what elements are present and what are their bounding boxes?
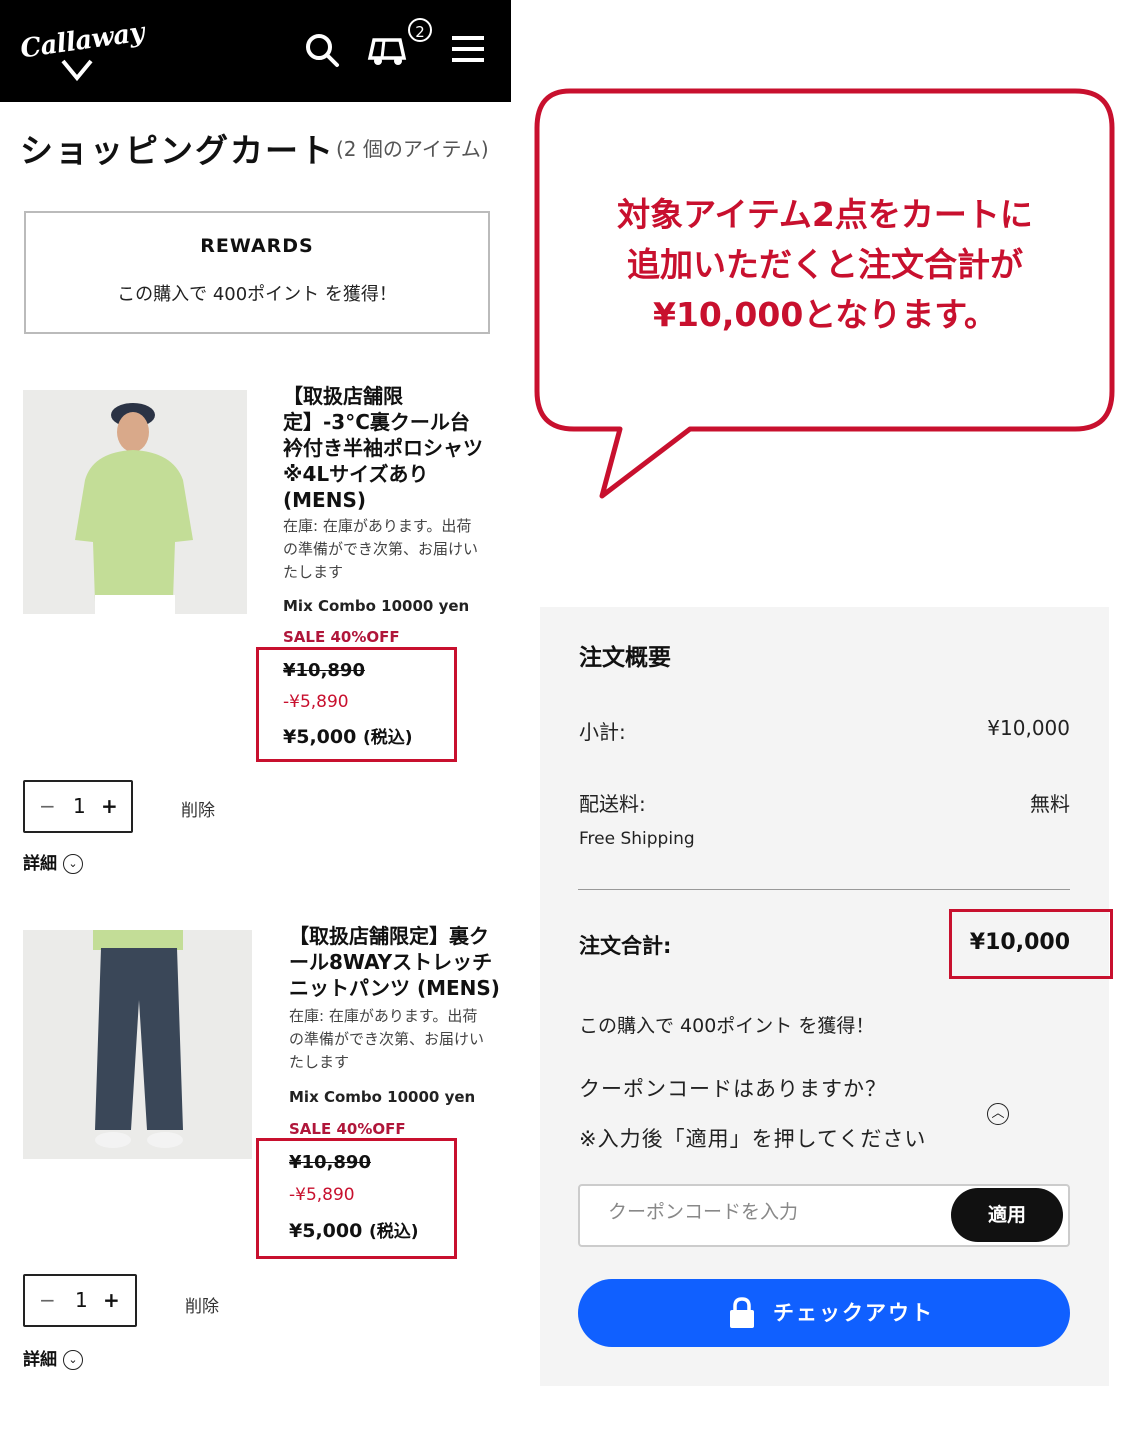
chevron-up-icon[interactable]: ︿ xyxy=(987,1103,1009,1125)
callout-line: 対象アイテム2点をカートに xyxy=(617,195,1033,234)
search-icon[interactable] xyxy=(302,30,342,70)
tax-label: (税込) xyxy=(368,1222,419,1242)
points-text: この購入で 400ポイント を獲得！ xyxy=(579,1015,875,1037)
product-name-line: (MENS) xyxy=(283,488,366,512)
quantity-stepper: − 1 + xyxy=(23,1274,137,1327)
details-label: 詳細 xyxy=(23,854,57,874)
stock-line: 在庫: 在庫があります。出荷 xyxy=(289,1007,478,1025)
total-label: 注文合計: xyxy=(579,934,672,958)
discount-amount: -¥5,890 xyxy=(283,692,349,712)
callout-line: 追加いただくと注文合計が xyxy=(627,245,1023,284)
product-image-pants[interactable] xyxy=(23,930,252,1159)
cart-count-badge: 2 xyxy=(408,18,432,42)
combo-label: Mix Combo 10000 yen xyxy=(283,597,470,615)
quantity-value[interactable]: 1 xyxy=(75,1288,88,1312)
increment-button[interactable]: + xyxy=(101,794,118,818)
product-name-line: 【取扱店舗限 xyxy=(283,384,403,408)
chevron-down-icon: ⌄ xyxy=(63,854,83,874)
details-toggle[interactable]: 詳細 ⌄ xyxy=(23,849,83,874)
stock-line: の準備ができ次第、お届けい xyxy=(289,1030,485,1048)
original-price: ¥10,890 xyxy=(283,660,365,681)
subtotal-label: 小計: xyxy=(579,720,626,744)
original-price: ¥10,890 xyxy=(289,1152,371,1173)
item-count: (2 個のアイテム) xyxy=(336,137,489,161)
delete-link[interactable]: 削除 xyxy=(181,796,215,821)
product-name-line: ニットパンツ (MENS) xyxy=(289,976,500,1000)
apply-coupon-button[interactable]: 適用 xyxy=(951,1188,1063,1242)
quantity-value[interactable]: 1 xyxy=(73,794,86,818)
callout-line: ¥10,000となります。 xyxy=(652,295,997,334)
product-name-line: 【取扱店舗限定】裏ク xyxy=(289,924,489,948)
stock-status: 在庫: 在庫があります。出荷 の準備ができ次第、お届けい たします xyxy=(283,515,478,584)
shipping-note: Free Shipping xyxy=(579,829,695,849)
stock-line: たします xyxy=(289,1053,350,1071)
divider xyxy=(578,889,1070,890)
sale-label: SALE 40%OFF xyxy=(289,1120,406,1138)
decrement-button[interactable]: − xyxy=(39,794,56,818)
chevron-logo-icon xyxy=(61,59,93,82)
final-price: ¥5,000 (税込) xyxy=(283,723,413,748)
shipping-label: 配送料: xyxy=(579,792,646,816)
final-price-value: ¥5,000 xyxy=(289,1220,363,1242)
tax-label: (税込) xyxy=(362,728,413,748)
chevron-down-icon: ⌄ xyxy=(63,1350,83,1370)
combo-label: Mix Combo 10000 yen xyxy=(289,1088,476,1106)
delete-link[interactable]: 削除 xyxy=(185,1292,219,1317)
total-value: ¥10,000 xyxy=(969,930,1070,955)
shipping-value: 無料 xyxy=(1030,792,1070,816)
callaway-logo[interactable]: Callaway xyxy=(19,14,146,84)
summary-title: 注文概要 xyxy=(579,645,671,671)
subtotal-value: ¥10,000 xyxy=(987,716,1070,740)
quantity-stepper: − 1 + xyxy=(23,780,133,833)
product-name-line: ※4Lサイズあり xyxy=(283,462,429,486)
product-name-line: ール8WAYストレッチ xyxy=(289,950,493,974)
stock-line: たします xyxy=(283,563,344,581)
final-price: ¥5,000 (税込) xyxy=(289,1217,419,1242)
details-label: 詳細 xyxy=(23,1350,57,1370)
discount-amount: -¥5,890 xyxy=(289,1185,355,1205)
golf-cart-icon[interactable] xyxy=(366,30,407,70)
product-name-line: 衿付き半袖ポロシャツ xyxy=(283,436,483,460)
details-toggle[interactable]: 詳細 ⌄ xyxy=(23,1345,83,1370)
checkout-button[interactable]: チェックアウト xyxy=(578,1279,1070,1347)
lock-icon xyxy=(730,1297,754,1328)
rewards-heading: REWARDS xyxy=(200,235,314,257)
coupon-input[interactable] xyxy=(606,1200,950,1224)
decrement-button[interactable]: − xyxy=(39,1288,56,1312)
menu-icon[interactable] xyxy=(448,30,488,70)
product-name[interactable]: 【取扱店舗限定】裏ク ール8WAYストレッチ ニットパンツ (MENS) xyxy=(289,923,500,1001)
product-image-polo[interactable] xyxy=(23,390,247,614)
increment-button[interactable]: + xyxy=(103,1288,120,1312)
callout-text: 対象アイテム2点をカートに 追加いただくと注文合計が ¥10,000となります。 xyxy=(560,190,1090,340)
product-name-line: 定】-3°C裏クール台 xyxy=(283,410,470,434)
stock-status: 在庫: 在庫があります。出荷 の準備ができ次第、お届けい たします xyxy=(289,1005,484,1074)
coupon-question[interactable]: クーポンコードはありますか？ xyxy=(579,1073,887,1103)
product-name[interactable]: 【取扱店舗限 定】-3°C裏クール台 衿付き半袖ポロシャツ ※4Lサイズあり (… xyxy=(283,383,483,513)
page-title: ショッピングカート xyxy=(20,131,335,170)
rewards-box: REWARDS この購入で 400ポイント を獲得！ xyxy=(24,211,490,334)
final-price-value: ¥5,000 xyxy=(283,726,357,748)
stock-line: 在庫: 在庫があります。出荷 xyxy=(283,517,472,535)
sale-label: SALE 40%OFF xyxy=(283,628,400,646)
coupon-note: ※入力後「適用」を押してください xyxy=(579,1127,927,1151)
checkout-label: チェックアウト xyxy=(773,1301,934,1325)
rewards-text: この購入で 400ポイント を獲得！ xyxy=(117,284,397,305)
stock-line: の準備ができ次第、お届けい xyxy=(283,540,479,558)
